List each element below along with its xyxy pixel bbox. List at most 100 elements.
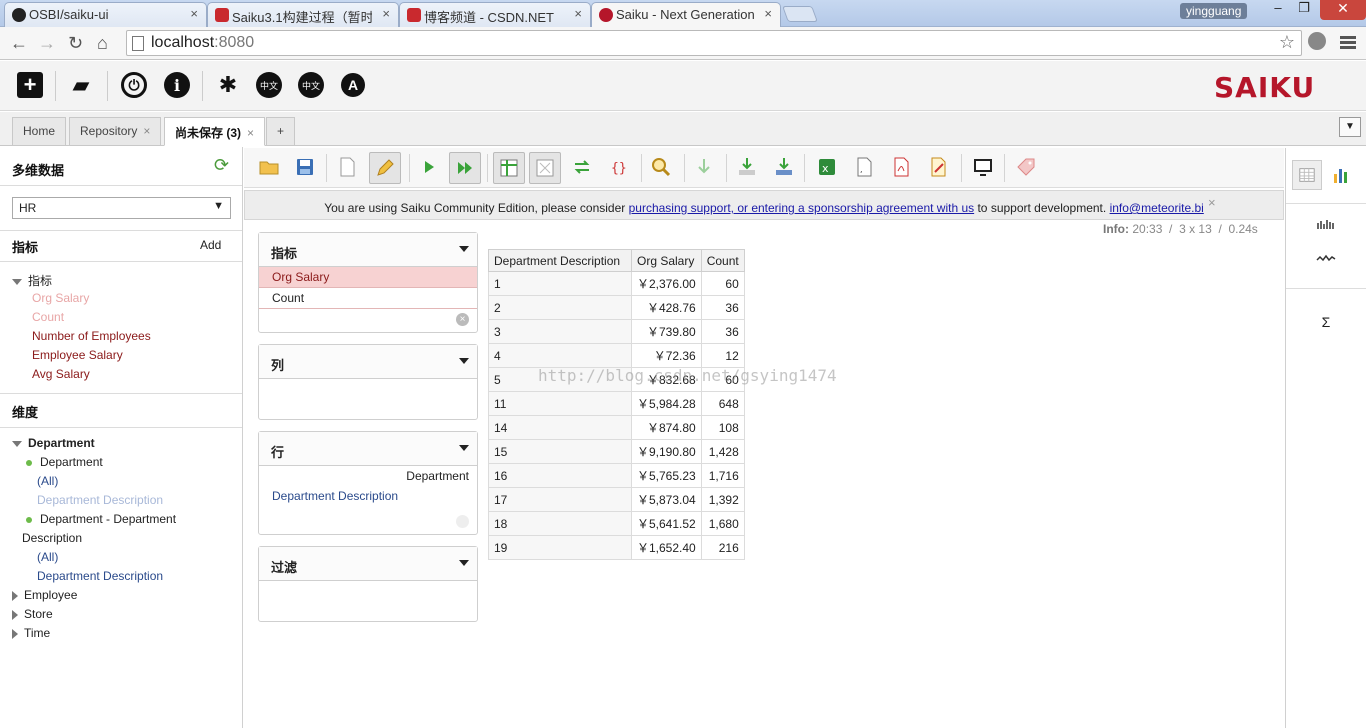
export-pdf-icon[interactable] — [890, 156, 912, 178]
non-empty-icon[interactable]: {} — [608, 156, 630, 178]
new-tab-button[interactable] — [782, 6, 818, 22]
chevron-down-icon[interactable] — [459, 445, 469, 451]
row-header-cell[interactable]: 15 — [488, 439, 632, 464]
tab-list-dropdown[interactable]: ▼ — [1339, 117, 1361, 137]
close-icon[interactable]: × — [574, 6, 582, 21]
rows-drop-zone[interactable]: 行 Department Department Description — [258, 431, 478, 535]
forward-button[interactable]: → — [38, 33, 56, 54]
language-globe-icon[interactable]: 中文 — [256, 72, 282, 98]
reload-button[interactable]: ↻ — [68, 33, 83, 54]
column-header[interactable]: Count — [700, 249, 745, 272]
export-image-icon[interactable] — [927, 156, 949, 178]
row-header-cell[interactable]: 11 — [488, 391, 632, 416]
close-icon[interactable]: × — [382, 6, 390, 21]
measures-root[interactable]: 指标 — [12, 272, 52, 289]
hide-parents-button[interactable] — [529, 152, 561, 184]
tab-home[interactable]: Home — [12, 117, 67, 146]
browser-tab-saiku[interactable]: Saiku - Next Generation × — [591, 2, 781, 27]
new-query-icon[interactable]: + — [17, 72, 43, 98]
restore-button[interactable]: ❐ — [1290, 0, 1318, 20]
tab-unsaved-query[interactable]: 尚未保存 (3) × — [164, 117, 266, 146]
row-header-cell[interactable]: 19 — [488, 535, 632, 560]
export-csv-icon[interactable]: , — [853, 156, 875, 178]
level-department-description[interactable]: Department Description — [37, 569, 163, 583]
about-icon[interactable]: A — [341, 73, 365, 97]
browser-tab-github[interactable]: OSBI/saiku-ui × — [4, 2, 207, 27]
edit-query-button[interactable] — [369, 152, 401, 184]
clear-icon[interactable]: × — [456, 313, 469, 326]
columns-drop-zone[interactable]: 列 — [258, 344, 478, 420]
cube-select[interactable]: HR ▼ — [12, 197, 231, 219]
minimize-button[interactable]: – — [1264, 0, 1292, 20]
run-query-icon[interactable] — [418, 156, 440, 178]
measure-item[interactable]: Avg Salary — [32, 367, 90, 381]
selected-measure[interactable]: Org Salary — [259, 267, 477, 288]
measure-item[interactable]: Employee Salary — [32, 348, 123, 362]
close-icon[interactable]: × — [1208, 195, 1216, 210]
close-icon[interactable]: × — [764, 6, 772, 21]
row-level-item[interactable]: Department Description — [272, 489, 398, 503]
row-header-cell[interactable]: 17 — [488, 487, 632, 512]
dimension-store[interactable]: Store — [12, 607, 53, 621]
chevron-down-icon[interactable] — [459, 358, 469, 364]
logout-icon[interactable]: ⏻ — [121, 72, 147, 98]
export-drillthrough-icon[interactable] — [773, 156, 795, 178]
statistics-sigma-icon[interactable]: Σ — [1311, 314, 1341, 344]
column-header[interactable]: Department Description — [488, 249, 632, 272]
clear-icon[interactable] — [456, 515, 469, 528]
chevron-down-icon[interactable] — [459, 246, 469, 252]
row-header-cell[interactable]: 1 — [488, 271, 632, 296]
chart-mode-button[interactable] — [1326, 160, 1356, 190]
open-query-icon[interactable] — [258, 156, 280, 178]
dimension-department[interactable]: Department — [12, 436, 95, 450]
close-icon[interactable]: × — [143, 124, 150, 138]
level-department-description-used[interactable]: Department Description — [37, 493, 163, 507]
language-globe-icon[interactable]: 中文 — [298, 72, 324, 98]
row-header-cell[interactable]: 18 — [488, 511, 632, 536]
column-header[interactable]: Org Salary — [631, 249, 702, 272]
level-all[interactable]: (All) — [37, 550, 58, 564]
browser-tab-csdn-article[interactable]: Saiku3.1构建过程（暂时不 × — [207, 2, 399, 27]
info-icon[interactable]: i — [164, 72, 190, 98]
measure-item[interactable]: Number of Employees — [32, 329, 151, 343]
hierarchy-department[interactable]: Department — [26, 455, 103, 469]
url-input[interactable]: localhost:8080 ☆ — [126, 30, 1302, 56]
refresh-icon[interactable]: ⟳ — [214, 155, 229, 176]
dimension-time[interactable]: Time — [12, 626, 50, 640]
automatic-execution-button[interactable] — [449, 152, 481, 184]
window-close-button[interactable]: ✕ — [1320, 0, 1366, 20]
zoom-icon[interactable] — [650, 156, 672, 178]
drillthrough-icon[interactable] — [736, 156, 758, 178]
measures-drop-zone[interactable]: 指标 Org Salary Count × — [258, 232, 478, 333]
extension-globe-icon[interactable] — [1308, 32, 1326, 50]
show-mdx-icon[interactable] — [972, 156, 994, 178]
close-icon[interactable]: × — [190, 6, 198, 21]
selected-measure[interactable]: Count — [259, 288, 477, 309]
row-header-cell[interactable]: 14 — [488, 415, 632, 440]
sparkbar-button[interactable] — [1311, 213, 1341, 243]
toggle-fields-button[interactable] — [493, 152, 525, 184]
filter-drop-zone[interactable]: 过滤 — [258, 546, 478, 622]
save-icon[interactable] — [294, 156, 316, 178]
close-icon[interactable]: × — [247, 126, 254, 140]
tag-icon[interactable] — [1015, 156, 1037, 178]
row-header-cell[interactable]: 3 — [488, 319, 632, 344]
add-measure-button[interactable]: Add — [200, 238, 221, 252]
bookmark-star-icon[interactable]: ☆ — [1279, 32, 1295, 53]
drill-down-icon[interactable] — [693, 156, 715, 178]
tab-new-button[interactable]: + — [266, 117, 296, 146]
level-all[interactable]: (All) — [37, 474, 58, 488]
email-link[interactable]: info@meteorite.bi — [1110, 201, 1204, 215]
measure-item[interactable]: Count — [32, 310, 64, 324]
row-header-cell[interactable]: 16 — [488, 463, 632, 488]
home-button[interactable]: ⌂ — [97, 33, 108, 54]
table-mode-button[interactable] — [1292, 160, 1322, 190]
hierarchy-department-description[interactable]: Department - Department — [26, 512, 176, 526]
back-button[interactable]: ← — [10, 33, 28, 54]
row-header-cell[interactable]: 4 — [488, 343, 632, 368]
open-folder-icon[interactable]: ▰ — [68, 72, 94, 98]
export-excel-icon[interactable]: x — [816, 156, 838, 178]
tab-repository[interactable]: Repository × — [69, 117, 162, 146]
browser-tab-csdn-blog[interactable]: 博客频道 - CSDN.NET × — [399, 2, 591, 27]
swap-axes-icon[interactable] — [571, 156, 593, 178]
